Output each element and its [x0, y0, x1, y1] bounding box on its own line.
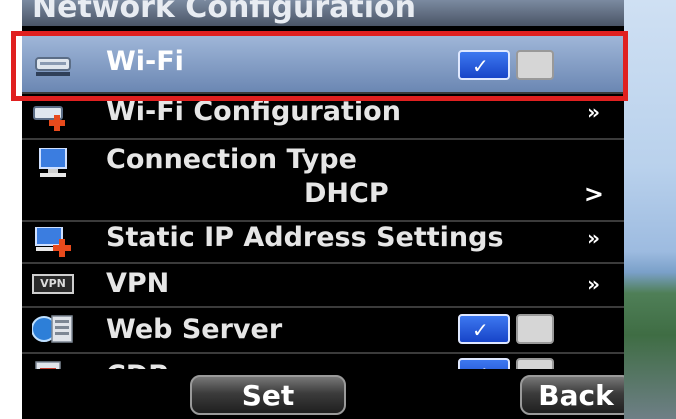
connection-type-icon [39, 148, 67, 177]
softkey-bar: Set Back [22, 369, 624, 419]
toggle-on-segment: ✓ [458, 314, 510, 344]
submenu-arrow-icon: » [587, 100, 600, 124]
highlight-box [11, 31, 628, 101]
menu-item-static-ip[interactable]: Static IP Address Settings » [22, 222, 624, 264]
background-scenery [624, 0, 676, 419]
stage: Network Configuration Wi-Fi ✓ Wi-Fi Conf… [0, 0, 676, 419]
set-softkey[interactable]: Set [190, 375, 346, 415]
menu-item-label: Web Server [106, 314, 283, 345]
title-bar: Network Configuration [22, 0, 624, 26]
page-title: Network Configuration [32, 0, 416, 25]
vpn-icon: VPN [32, 274, 74, 294]
value-arrow-icon: > [583, 180, 604, 208]
check-icon: ✓ [472, 318, 489, 342]
menu-item-web-server[interactable]: Web Server ✓ [22, 308, 624, 354]
wifi-config-icon [33, 106, 65, 131]
back-softkey[interactable]: Back [520, 375, 624, 415]
submenu-arrow-icon: » [587, 272, 600, 296]
menu-item-label: Connection Type [106, 144, 357, 175]
web-server-toggle[interactable]: ✓ [458, 314, 558, 344]
connection-type-value: DHCP [304, 178, 389, 209]
web-server-icon [32, 315, 73, 343]
static-ip-icon [35, 227, 71, 257]
toggle-off-segment [516, 314, 554, 344]
menu-item-connection-type[interactable]: Connection Type DHCP > [22, 140, 624, 222]
menu-item-label: VPN [106, 268, 170, 299]
submenu-arrow-icon: » [587, 226, 600, 250]
menu-item-vpn[interactable]: VPN VPN » [22, 264, 624, 308]
menu-item-label: Static IP Address Settings [106, 222, 504, 253]
